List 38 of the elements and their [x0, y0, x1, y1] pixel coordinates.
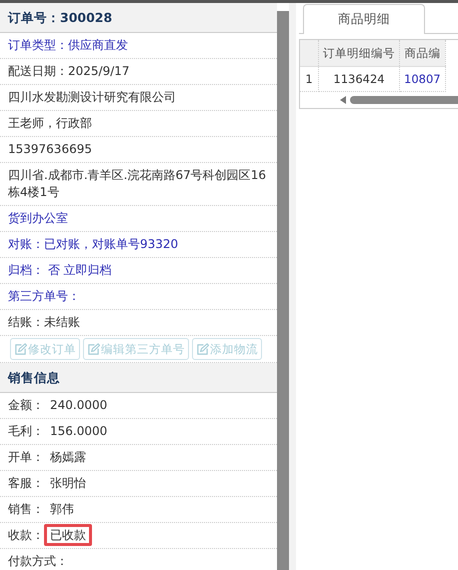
info-link[interactable]: 订单类型：供应商直发 — [8, 38, 128, 52]
column-header: 订单明细编号 — [318, 40, 400, 66]
info-link[interactable]: 归档： 否 立即归档 — [8, 263, 112, 277]
field-label: 开单： — [8, 450, 44, 464]
row-number: 1 — [300, 66, 318, 92]
tab[interactable]: 商品明细 — [303, 4, 425, 34]
field-value: 郭伟 — [49, 501, 75, 518]
field-value: 156.0000 — [49, 423, 108, 440]
field-label: 销售： — [8, 502, 44, 516]
scrollbar[interactable] — [277, 11, 289, 570]
field-value: 张明怡 — [49, 475, 87, 492]
scrollbar[interactable] — [350, 96, 458, 104]
pencil-icon — [196, 342, 209, 356]
section-title: 订单号：300028 — [0, 3, 277, 33]
column-header: 商品编 — [400, 40, 446, 66]
field-label: 金额： — [8, 398, 44, 412]
field-value: 240.0000 — [49, 397, 108, 414]
info-text: 王老师，行政部 — [8, 116, 92, 130]
pencil-icon — [87, 342, 100, 356]
info-text: 结账：未结账 — [8, 315, 80, 329]
info-link[interactable]: 货到办公室 — [8, 211, 68, 225]
pencil-icon — [14, 342, 27, 356]
field-value: 已收款 — [44, 524, 92, 546]
info-link[interactable]: 对账：已对账，对账单号93320 — [8, 237, 178, 251]
info-text: 15397636695 — [8, 142, 92, 156]
section-title: 销售信息 — [0, 363, 277, 393]
field-value: 杨嫣露 — [49, 449, 87, 466]
info-text: 四川省.成都市.青羊区.浣花南路67号科创园区16栋4楼1号 — [8, 168, 266, 199]
info-link[interactable]: 第三方单号： — [8, 289, 80, 303]
field-label: 收款： — [8, 528, 44, 542]
info-text: 四川水发勘测设计研究有限公司 — [8, 90, 176, 104]
field-label: 付款方式： — [8, 554, 68, 568]
info-text: 配送日期：2025/9/17 — [8, 64, 130, 78]
scroll-left-icon[interactable] — [340, 96, 346, 104]
table-link[interactable]: 10807 — [400, 66, 446, 92]
table-cell: 1136424 — [318, 66, 400, 92]
field-label: 毛利： — [8, 424, 44, 438]
field-label: 客服： — [8, 476, 44, 490]
